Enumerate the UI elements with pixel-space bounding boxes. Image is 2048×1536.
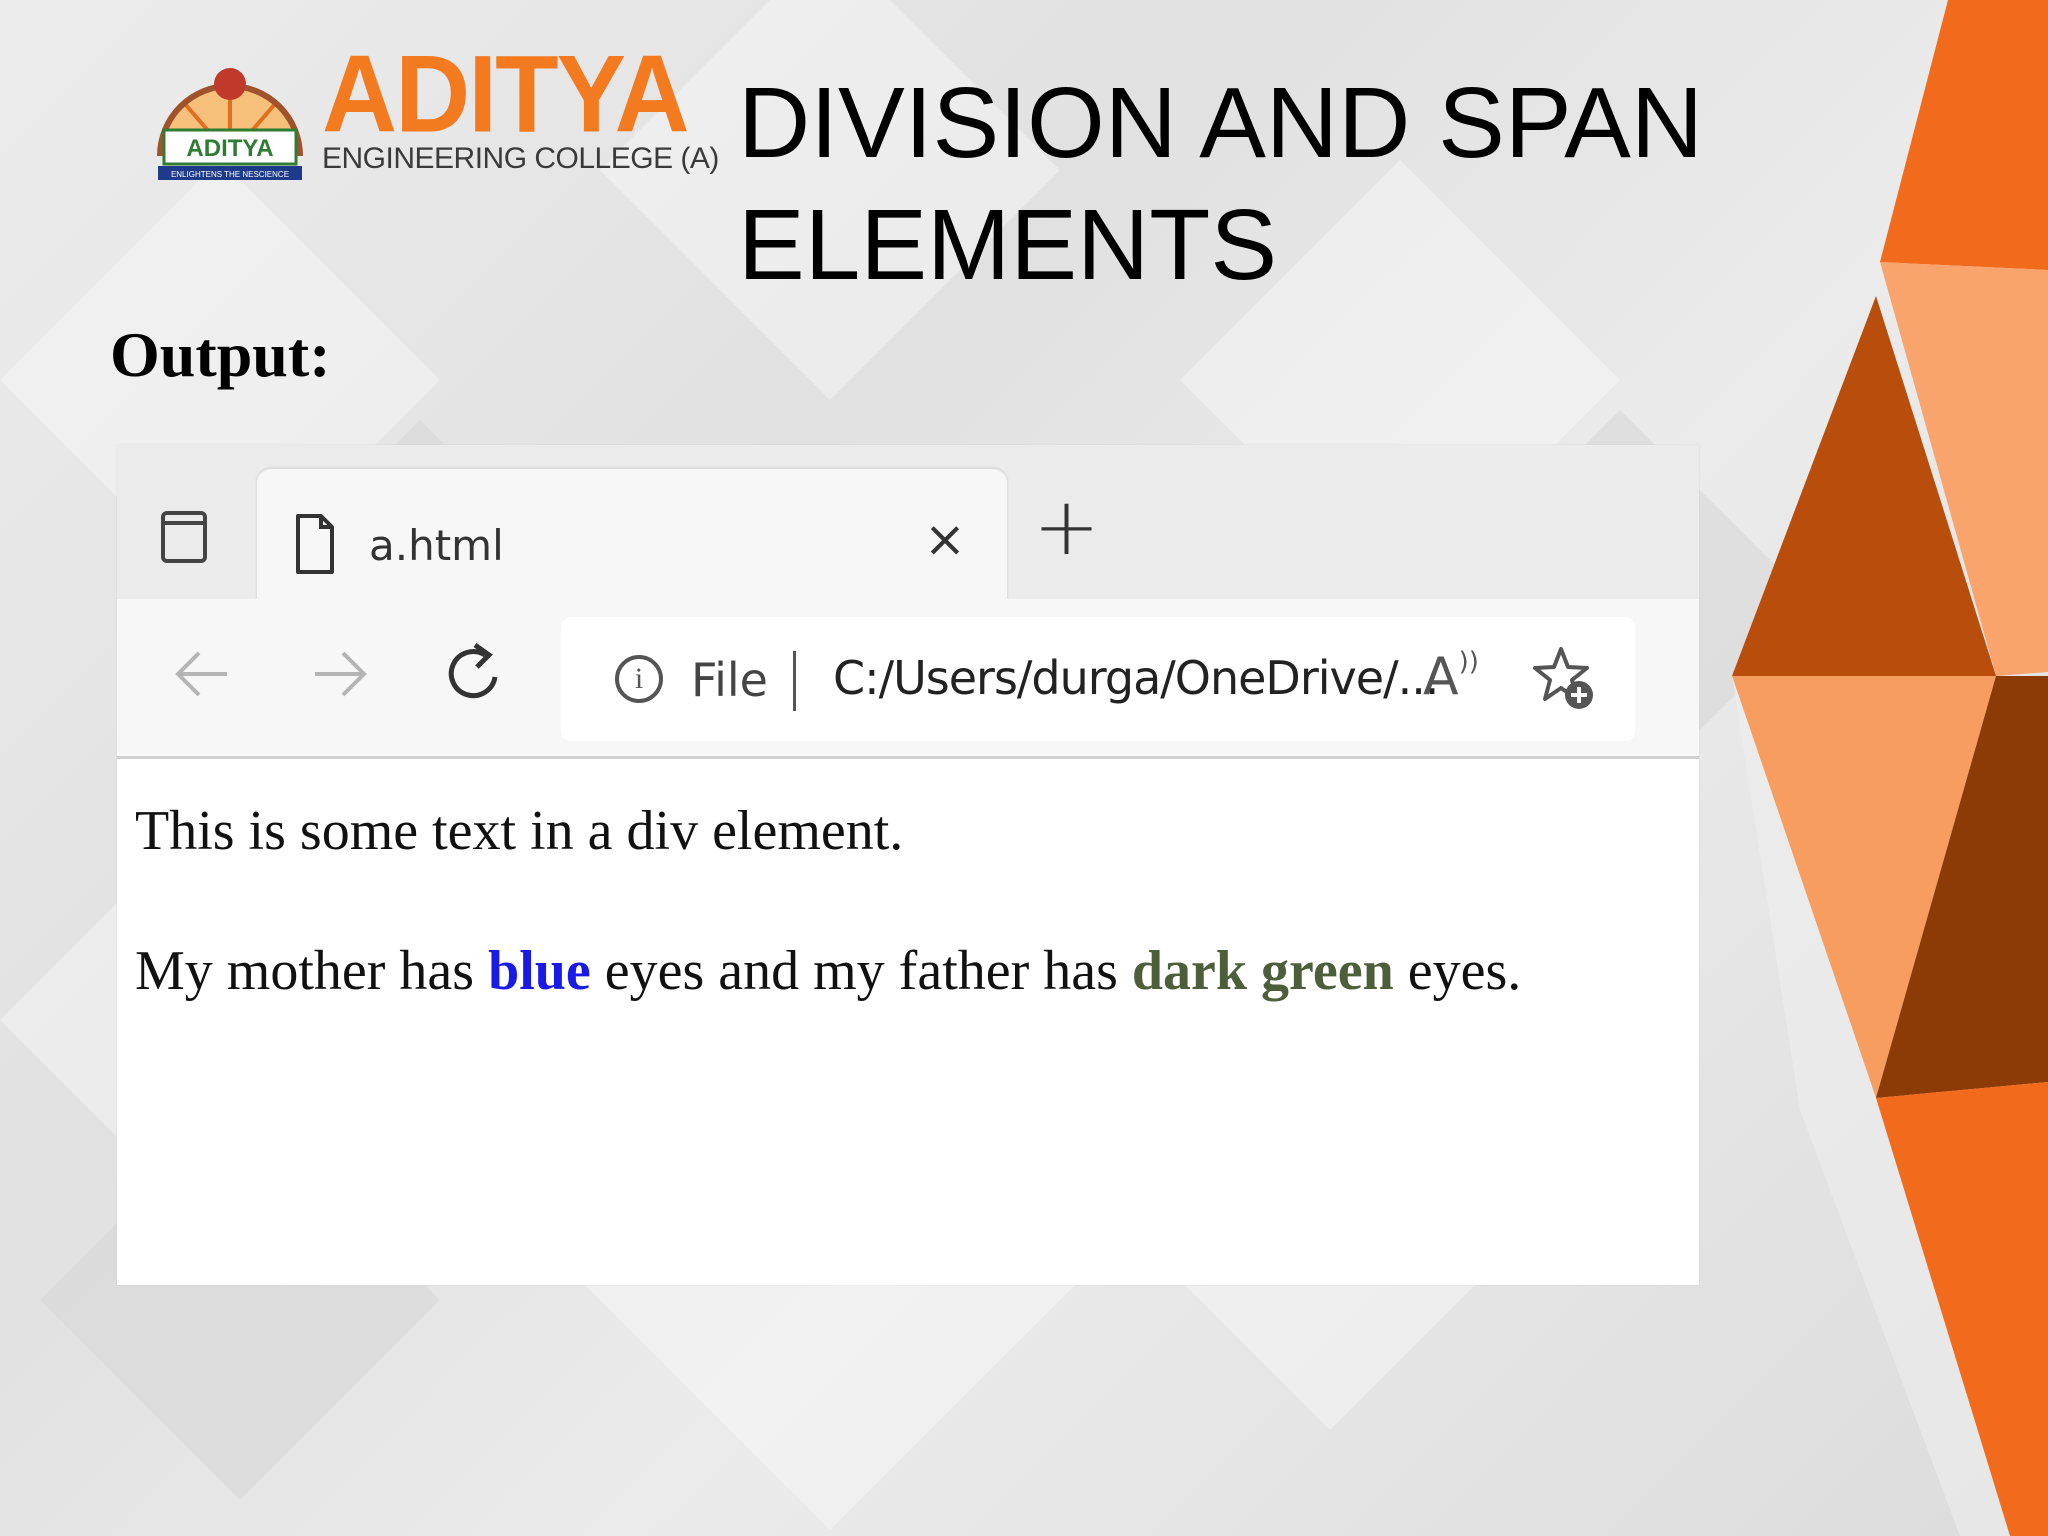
span-sentence: My mother has blue eyes and my father ha… — [135, 939, 1521, 1003]
tab-label: a.html — [369, 521, 504, 570]
browser-window: a.html × + i File C:/Users/durga/OneDriv… — [117, 445, 1699, 1285]
forward-arrow-icon[interactable] — [305, 639, 375, 709]
address-divider — [793, 651, 796, 711]
dark-green-span: dark green — [1131, 940, 1394, 1002]
page-content: This is some text in a div element. My m… — [117, 759, 1699, 1285]
sentence-part-3: eyes. — [1393, 940, 1522, 1002]
tab-close-icon[interactable]: × — [921, 514, 969, 564]
read-aloud-icon[interactable]: A)) — [1423, 647, 1483, 711]
div-element-text: This is some text in a div element. — [135, 800, 904, 862]
logo-wordmark: ADITYA — [322, 33, 690, 156]
address-bar[interactable]: i File C:/Users/durga/OneDrive/... A)) — [561, 617, 1635, 741]
add-favorite-icon[interactable] — [1533, 645, 1597, 713]
url-text[interactable]: C:/Users/durga/OneDrive/... — [833, 651, 1439, 705]
back-arrow-icon[interactable] — [167, 639, 237, 709]
tab-actions-icon[interactable] — [161, 511, 207, 563]
tab-strip: a.html × + — [117, 445, 1699, 601]
slide-title: DIVISION AND SPAN ELEMENTS — [738, 67, 1704, 301]
blue-span: blue — [488, 940, 591, 1002]
svg-text:ENLIGHTENS THE NESCIENCE: ENLIGHTENS THE NESCIENCE — [171, 170, 289, 179]
logo-subtitle: ENGINEERING COLLEGE (A) — [322, 142, 719, 175]
college-emblem-icon: ADITYA ENLIGHTENS THE NESCIENCE — [157, 68, 303, 180]
svg-text:ADITYA: ADITYA — [186, 135, 273, 162]
refresh-icon[interactable] — [439, 639, 509, 709]
file-scheme-label: File — [691, 653, 768, 707]
browser-toolbar: i File C:/Users/durga/OneDrive/... A)) — [117, 599, 1699, 759]
sentence-part-2: eyes and my father has — [590, 940, 1132, 1002]
file-icon — [296, 514, 334, 574]
tab-a-html[interactable]: a.html × — [257, 469, 1007, 601]
college-logo: ADITYA ENLIGHTENS THE NESCIENCE ADITYA E… — [150, 38, 719, 188]
info-icon[interactable]: i — [615, 655, 663, 703]
output-label: Output: — [110, 319, 331, 390]
new-tab-icon[interactable]: + — [1033, 487, 1100, 567]
sentence-part-1: My mother has — [135, 940, 489, 1002]
